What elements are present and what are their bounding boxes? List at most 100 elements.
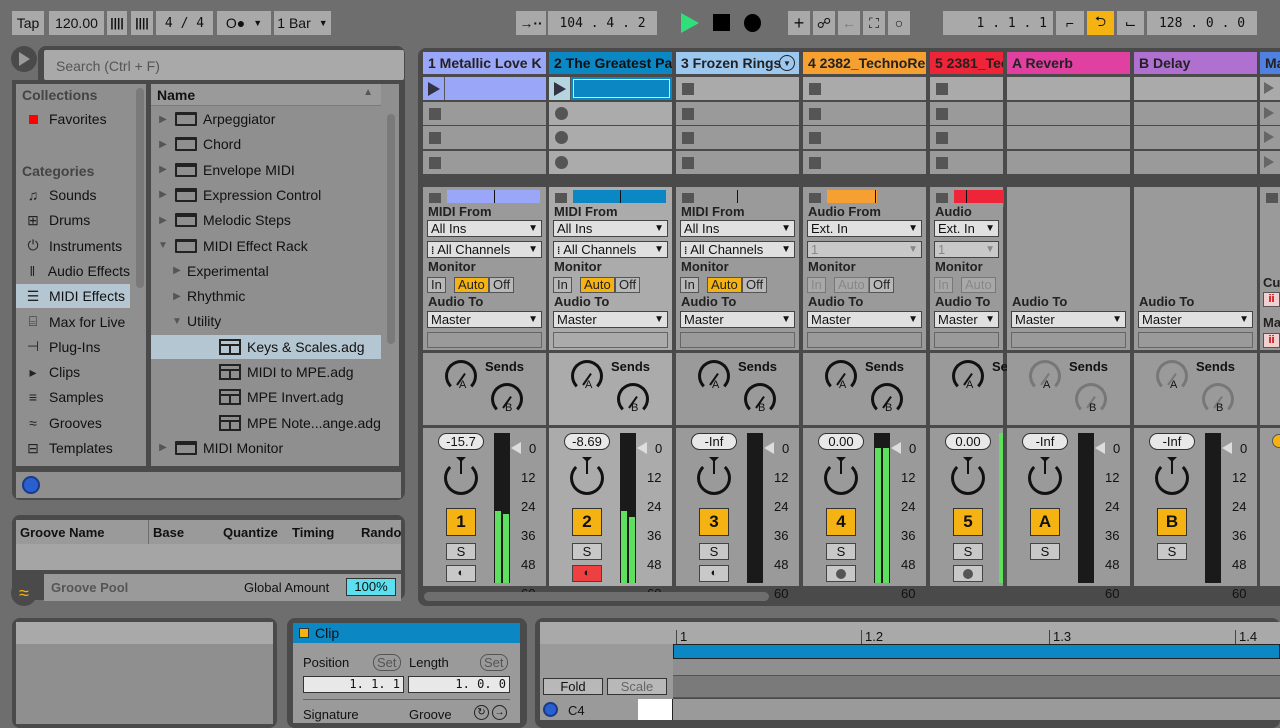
arm-button[interactable]: ◐ <box>572 565 602 582</box>
track-title[interactable]: 4 2382_TechnoRe <box>803 52 926 74</box>
volume-fader-handle[interactable] <box>1095 442 1105 454</box>
list-item[interactable]: ▼ MIDI Effect Rack <box>151 234 381 258</box>
collapsed-arrow-icon[interactable]: ▶ <box>157 114 169 125</box>
clip-slot[interactable] <box>549 77 672 100</box>
clip-slot[interactable] <box>930 126 1003 149</box>
expanded-arrow-icon[interactable]: ▼ <box>157 240 169 251</box>
monitor-in-button[interactable]: In <box>807 277 826 293</box>
track-activator-button[interactable]: B <box>1157 508 1187 536</box>
clip-slot[interactable] <box>1007 150 1130 174</box>
clip-slot[interactable] <box>423 126 546 149</box>
send-a-knob[interactable]: A <box>445 360 477 392</box>
clip-slot[interactable] <box>549 150 672 174</box>
loop-start-field[interactable]: 1 . 1 . 1 <box>943 11 1053 35</box>
track-activator-button[interactable]: 2 <box>572 508 602 536</box>
output-dropdown[interactable]: Master ▼ <box>807 311 922 328</box>
scene-launch-icon[interactable] <box>1264 82 1274 94</box>
sidebar-item-templates[interactable]: ⊟ Templates <box>16 436 130 460</box>
monitor-auto-button[interactable]: Auto <box>707 277 742 293</box>
sidebar-item-grooves[interactable]: ≈ Grooves <box>16 411 130 435</box>
output-dropdown[interactable]: Master ▼ <box>427 311 542 328</box>
clip-slot[interactable] <box>676 101 799 125</box>
track-title[interactable]: Ma <box>1260 52 1280 74</box>
sidebar-item-favorites[interactable]: Favorites <box>16 107 130 131</box>
clip-slot[interactable] <box>676 126 799 149</box>
punch-in-button[interactable]: ⌐ <box>1056 11 1084 35</box>
volume-field[interactable]: 0.00 <box>945 433 991 450</box>
cue-out-dropdown[interactable]: ii <box>1263 292 1280 307</box>
sidebar-item-drums[interactable]: ⊞ Drums <box>16 208 130 232</box>
solo-button[interactable]: S <box>572 543 602 560</box>
list-item[interactable]: ▶ Chord <box>151 132 381 156</box>
clip-slot[interactable] <box>1260 101 1280 125</box>
track-activator-button[interactable]: 4 <box>826 508 856 536</box>
clip-slot[interactable] <box>930 101 1003 125</box>
clip-title-bar[interactable]: Clip <box>293 623 520 643</box>
list-item[interactable]: ▶ Melodic Steps <box>151 208 381 232</box>
time-signature-field[interactable]: 4 / 4 <box>156 11 213 35</box>
monitor-auto-button[interactable]: Auto <box>454 277 489 293</box>
output-channel-field[interactable] <box>427 332 542 348</box>
play-button[interactable] <box>681 13 699 33</box>
pan-knob[interactable] <box>570 458 604 495</box>
clip-slot[interactable] <box>676 77 799 100</box>
monitor-off-button[interactable]: Off <box>742 277 768 293</box>
input-type-dropdown[interactable]: All Ins ▼ <box>553 220 668 237</box>
set-length-button[interactable]: Set <box>480 654 508 671</box>
sidebar-item-midi-effects[interactable]: ☰ MIDI Effects <box>16 284 130 309</box>
stop-clip-icon[interactable] <box>429 107 441 120</box>
send-b-knob[interactable]: B <box>491 383 523 415</box>
volume-fader-handle[interactable] <box>637 442 647 454</box>
record-slot-icon[interactable] <box>555 155 568 169</box>
nudge-up-button[interactable]: |||| <box>131 11 153 35</box>
clip-slot[interactable] <box>549 126 672 149</box>
clip-launch-button[interactable] <box>423 77 445 100</box>
preview-toggle[interactable] <box>11 46 37 72</box>
stop-clip-icon[interactable] <box>682 132 694 144</box>
clip-slot[interactable] <box>423 101 546 125</box>
monitor-in-button[interactable]: In <box>934 277 953 293</box>
position-field[interactable]: 1. 1. 1 <box>303 676 404 693</box>
volume-field[interactable]: -8.69 <box>564 433 610 450</box>
pan-knob[interactable] <box>1028 458 1062 495</box>
pan-knob[interactable] <box>444 458 478 495</box>
list-item[interactable]: Keys & Scales.adg <box>151 334 381 359</box>
fold-button[interactable]: Fold <box>543 678 603 695</box>
sidebar-item-samples[interactable]: ≡ Samples <box>16 385 130 409</box>
volume-fader-handle[interactable] <box>891 442 901 454</box>
output-channel-field[interactable] <box>1138 332 1253 348</box>
scene-launch-icon[interactable] <box>1264 131 1274 143</box>
input-channel-dropdown[interactable]: ⁞ All Channels ▼ <box>553 241 668 258</box>
clip-slot[interactable] <box>803 77 926 100</box>
clip-slot[interactable] <box>803 101 926 125</box>
horizontal-scrollbar[interactable] <box>424 592 769 601</box>
send-a-knob[interactable]: A <box>952 360 984 392</box>
output-dropdown[interactable]: Master ▼ <box>680 311 795 328</box>
search-input[interactable]: Search (Ctrl + F) <box>44 50 404 80</box>
input-type-dropdown[interactable]: All Ins ▼ <box>680 220 795 237</box>
solo-button[interactable]: S <box>699 543 729 560</box>
groove-commit-icon[interactable]: → <box>492 705 507 720</box>
arm-button[interactable] <box>826 565 856 582</box>
volume-fader-handle[interactable] <box>511 442 521 454</box>
send-a-knob[interactable]: A <box>571 360 603 392</box>
ruler[interactable] <box>540 622 1280 644</box>
solo-button[interactable]: S <box>1030 543 1060 560</box>
stop-clip-icon[interactable] <box>809 107 821 120</box>
track-title[interactable]: B Delay <box>1134 52 1257 74</box>
tap-tempo-button[interactable]: Tap <box>12 11 44 35</box>
set-position-button[interactable]: Set <box>373 654 401 671</box>
clip-launch-button[interactable] <box>549 77 571 100</box>
volume-fader-handle[interactable] <box>1222 442 1232 454</box>
volume-field[interactable]: 0.00 <box>818 433 864 450</box>
capture-midi-button[interactable]: ⛶ <box>863 11 885 35</box>
collapsed-arrow-icon[interactable]: ▶ <box>171 291 183 302</box>
note-grid[interactable] <box>673 699 1280 720</box>
list-item[interactable]: MPE Note...ange.adg <box>151 411 381 435</box>
list-item[interactable]: ▶ Experimental <box>151 259 381 283</box>
loop-length-field[interactable]: 128 . 0 . 0 <box>1147 11 1257 35</box>
output-dropdown[interactable]: Master ▼ <box>553 311 668 328</box>
send-b-knob[interactable]: B <box>1075 383 1107 415</box>
fold-track-icon[interactable]: ▼ <box>779 55 795 71</box>
sidebar-item-max-for-live[interactable]: ⌸ Max for Live <box>16 310 130 334</box>
